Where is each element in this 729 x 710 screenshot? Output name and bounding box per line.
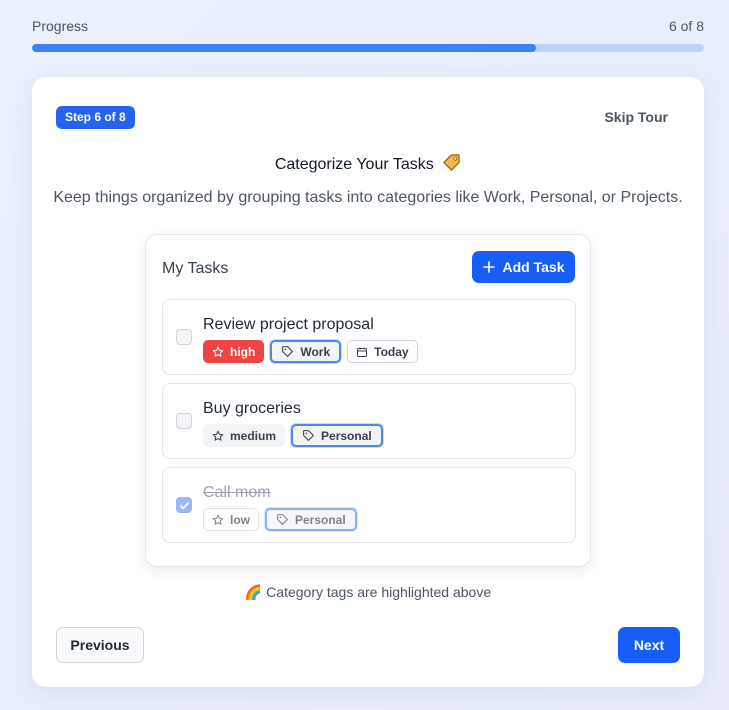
category-label: Work [300, 344, 331, 359]
progress-label: Progress [32, 18, 89, 34]
calendar-icon [356, 346, 368, 358]
task-name: Buy groceries [203, 400, 301, 417]
tag-icon [442, 153, 461, 172]
tour-hint: 🌈 Category tags are highlighted above [244, 584, 492, 600]
task-name: Call mom [203, 484, 271, 501]
priority-tag: high [203, 340, 265, 363]
task-checkbox[interactable] [176, 497, 192, 513]
category-label: Personal [321, 428, 372, 443]
task-list-title: My Tasks [162, 260, 229, 277]
tour-title-row: Categorize Your Tasks [32, 153, 704, 174]
tag-outline-icon [302, 429, 315, 442]
task-name: Review project proposal [203, 316, 374, 333]
category-tag[interactable]: Work [270, 340, 342, 363]
task-item: Buy groceries medium Personal [162, 383, 576, 459]
progress-count: 6 of 8 [668, 18, 704, 34]
tag-outline-icon [276, 513, 289, 526]
add-task-label: Add Task [502, 259, 565, 275]
priority-label: low [230, 512, 250, 527]
category-tag[interactable]: Personal [291, 424, 383, 447]
tour-title: Categorize Your Tasks [274, 156, 434, 173]
progress-fill [32, 44, 536, 52]
due-date-label: Today [374, 344, 409, 359]
star-icon [212, 514, 224, 526]
due-date-tag: Today [347, 340, 418, 363]
task-checkbox[interactable] [176, 413, 192, 429]
category-label: Personal [295, 512, 346, 527]
next-button[interactable]: Next [618, 627, 680, 663]
add-task-button[interactable]: Add Task [472, 251, 575, 283]
progress-section: Progress 6 of 8 [32, 18, 704, 52]
star-icon [212, 346, 224, 358]
task-checkbox[interactable] [176, 329, 192, 345]
task-list-demo: My Tasks Add Task Review project proposa… [145, 234, 591, 567]
priority-label: high [230, 344, 256, 359]
tag-outline-icon [281, 345, 294, 358]
skip-tour-button[interactable]: Skip Tour [604, 109, 668, 125]
task-item: Review project proposal high Work Today [162, 299, 576, 375]
step-badge: Step 6 of 8 [56, 106, 135, 129]
tour-description: Keep things organized by grouping tasks … [53, 189, 683, 206]
progress-bar [32, 44, 704, 52]
task-item: Call mom low Personal [162, 467, 576, 543]
priority-tag: medium [203, 424, 286, 447]
star-icon [212, 430, 224, 442]
check-icon [179, 500, 190, 511]
tour-card: Step 6 of 8 Skip Tour Categorize Your Ta… [32, 77, 704, 687]
plus-icon [482, 261, 495, 273]
previous-button[interactable]: Previous [56, 627, 144, 663]
priority-tag: low [203, 508, 259, 531]
category-tag[interactable]: Personal [265, 508, 357, 531]
priority-label: medium [230, 428, 277, 443]
